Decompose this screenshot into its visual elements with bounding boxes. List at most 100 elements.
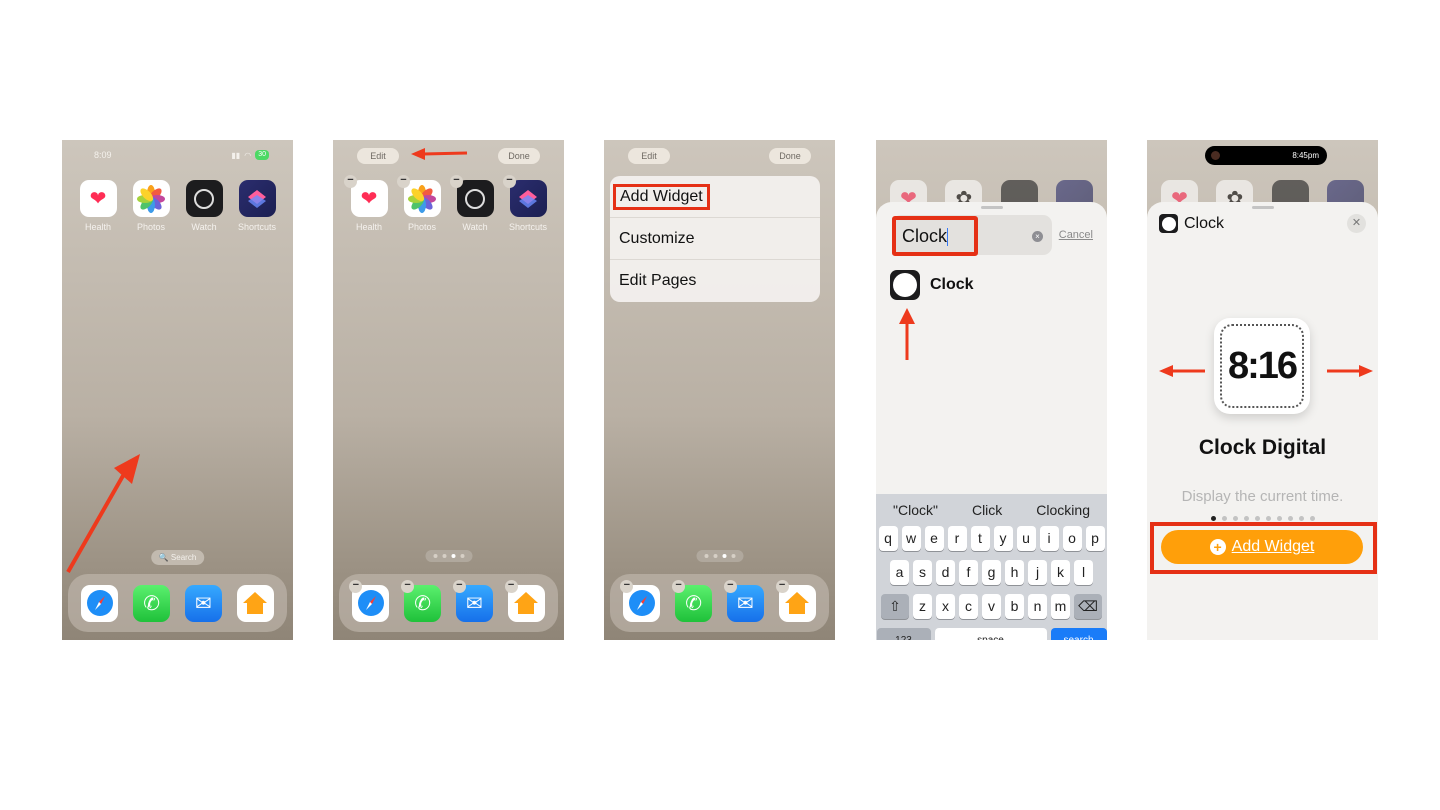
close-button[interactable]: ✕: [1347, 214, 1366, 233]
key-u[interactable]: u: [1016, 526, 1036, 551]
search-input-highlight[interactable]: Clock: [892, 216, 978, 256]
page-dot[interactable]: [1309, 516, 1315, 521]
key-t[interactable]: t: [970, 526, 990, 551]
app-shortcuts[interactable]: − Shortcuts: [503, 175, 550, 232]
page-dot[interactable]: [1254, 516, 1260, 521]
key-f[interactable]: f: [959, 560, 978, 585]
key-r[interactable]: r: [947, 526, 967, 551]
watch-icon: [185, 180, 223, 217]
remove-icon[interactable]: −: [620, 579, 634, 593]
cancel-button[interactable]: Cancel: [1059, 229, 1093, 241]
app-photos[interactable]: − Photos: [397, 175, 444, 232]
key-p[interactable]: p: [1085, 526, 1105, 551]
key-j[interactable]: j: [1028, 560, 1047, 585]
key-g[interactable]: g: [982, 560, 1001, 585]
key-v[interactable]: v: [982, 594, 1001, 619]
key-k[interactable]: k: [1051, 560, 1070, 585]
key-e[interactable]: e: [924, 526, 944, 551]
remove-icon[interactable]: −: [503, 175, 516, 188]
sheet-grabber[interactable]: [980, 206, 1003, 209]
swipe-left-arrow: [1159, 365, 1205, 377]
safari-icon[interactable]: [81, 584, 119, 622]
menu-item-add-widget[interactable]: Add Widget: [610, 176, 820, 218]
home-icon[interactable]: −: [504, 579, 545, 622]
key-w[interactable]: w: [901, 526, 921, 551]
key-search[interactable]: search: [1050, 628, 1107, 640]
page-dot[interactable]: [1276, 516, 1282, 521]
safari-icon[interactable]: −: [349, 579, 390, 622]
key-c[interactable]: c: [959, 594, 978, 619]
mail-icon[interactable]: − ✉: [723, 579, 764, 622]
page-dots[interactable]: [425, 550, 472, 562]
edit-button[interactable]: Edit: [628, 148, 670, 164]
key-123[interactable]: 123: [876, 628, 931, 640]
step3-edit-menu: Edit Done Add Widget Customize Edit Page…: [604, 140, 835, 640]
phone-icon[interactable]: − ✆: [401, 579, 442, 622]
widget-page-dots[interactable]: [1147, 516, 1378, 521]
suggestion[interactable]: Click: [972, 502, 1002, 518]
clear-icon[interactable]: ×: [1032, 231, 1043, 242]
clock-digital-widget-preview[interactable]: 8:16: [1214, 318, 1310, 414]
remove-icon[interactable]: −: [775, 579, 789, 593]
remove-icon[interactable]: −: [344, 175, 357, 188]
remove-icon[interactable]: −: [349, 579, 363, 593]
key-space[interactable]: space: [934, 628, 1047, 640]
add-widget-button[interactable]: + Add Widget: [1161, 530, 1363, 564]
remove-icon[interactable]: −: [504, 579, 518, 593]
app-shortcuts[interactable]: Shortcuts: [235, 180, 279, 232]
page-dot[interactable]: [1265, 516, 1271, 521]
app-photos[interactable]: Photos: [129, 180, 173, 232]
edit-button[interactable]: Edit: [357, 148, 399, 164]
app-health[interactable]: ❤ Health: [76, 180, 120, 232]
sheet-grabber[interactable]: [1251, 206, 1274, 209]
key-h[interactable]: h: [1005, 560, 1024, 585]
key-o[interactable]: o: [1062, 526, 1082, 551]
phone-icon[interactable]: ✆: [133, 584, 171, 622]
search-pill[interactable]: 🔍 Search: [150, 550, 205, 565]
key-m[interactable]: m: [1051, 594, 1070, 619]
key-y[interactable]: y: [993, 526, 1013, 551]
key-s[interactable]: s: [913, 560, 932, 585]
mail-icon[interactable]: − ✉: [452, 579, 493, 622]
safari-icon[interactable]: −: [620, 579, 661, 622]
remove-icon[interactable]: −: [672, 579, 686, 593]
key-x[interactable]: x: [936, 594, 955, 619]
app-watch[interactable]: Watch: [182, 180, 226, 232]
done-button[interactable]: Done: [498, 148, 540, 164]
key-l[interactable]: l: [1074, 560, 1093, 585]
remove-icon[interactable]: −: [723, 579, 737, 593]
mail-icon[interactable]: ✉: [184, 584, 222, 622]
home-icon[interactable]: −: [775, 579, 816, 622]
suggestion[interactable]: Clocking: [1036, 502, 1090, 518]
page-dots[interactable]: [696, 550, 743, 562]
phone-icon[interactable]: − ✆: [672, 579, 713, 622]
page-dot[interactable]: [1210, 516, 1216, 521]
key-i[interactable]: i: [1039, 526, 1059, 551]
home-icon[interactable]: [236, 584, 274, 622]
menu-item-customize[interactable]: Customize: [610, 218, 820, 260]
remove-icon[interactable]: −: [452, 579, 466, 593]
backspace-key[interactable]: ⌫: [1074, 594, 1102, 619]
page-dot[interactable]: [1287, 516, 1293, 521]
key-a[interactable]: a: [890, 560, 909, 585]
key-q[interactable]: q: [878, 526, 898, 551]
key-n[interactable]: n: [1028, 594, 1047, 619]
remove-icon[interactable]: −: [450, 175, 463, 188]
suggestion[interactable]: "Clock": [893, 502, 938, 518]
key-d[interactable]: d: [936, 560, 955, 585]
key-b[interactable]: b: [1005, 594, 1024, 619]
page-dot[interactable]: [1243, 516, 1249, 521]
menu-item-edit-pages[interactable]: Edit Pages: [610, 260, 820, 302]
key-z[interactable]: z: [913, 594, 932, 619]
remove-icon[interactable]: −: [397, 175, 410, 188]
page-dot[interactable]: [1232, 516, 1238, 521]
page-dot[interactable]: [1221, 516, 1227, 521]
search-result-clock[interactable]: Clock: [890, 270, 974, 300]
done-button[interactable]: Done: [769, 148, 811, 164]
remove-icon[interactable]: −: [401, 579, 415, 593]
shift-key[interactable]: ⇧: [881, 594, 909, 619]
dock: ✆ ✉: [68, 574, 287, 632]
app-health[interactable]: − ❤ Health: [344, 175, 391, 232]
app-watch[interactable]: − Watch: [450, 175, 497, 232]
page-dot[interactable]: [1298, 516, 1304, 521]
